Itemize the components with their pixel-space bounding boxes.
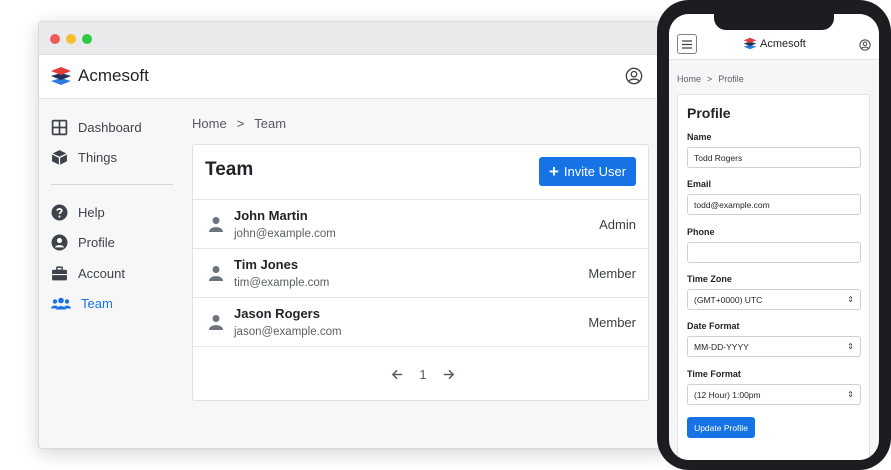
pagination: 1 xyxy=(391,365,455,383)
maximize-window-button[interactable] xyxy=(82,34,92,44)
select-chevron-icon: ⇕ xyxy=(847,342,854,351)
name-input[interactable]: Todd Rogers xyxy=(687,147,861,168)
sidebar-item-label: Dashboard xyxy=(78,119,142,135)
window-titlebar xyxy=(39,22,671,55)
sidebar-item-help[interactable]: Help xyxy=(51,201,105,223)
member-role: Admin xyxy=(599,217,636,232)
user-account-icon[interactable] xyxy=(625,67,643,85)
breadcrumb: Home > Team xyxy=(192,116,286,131)
sidebar-item-label: Things xyxy=(78,149,118,165)
breadcrumb-separator: > xyxy=(707,74,713,84)
member-role: Member xyxy=(588,266,636,281)
team-member-row[interactable]: Tim Jones tim@example.com Member xyxy=(193,248,648,298)
time-format-label: Time Format xyxy=(687,369,741,379)
select-chevron-icon: ⇕ xyxy=(847,295,854,304)
user-account-icon[interactable] xyxy=(859,39,871,51)
help-icon xyxy=(51,204,68,220)
name-label: Name xyxy=(687,132,712,142)
sidebar-item-label: Account xyxy=(78,265,125,281)
member-email: john@example.com xyxy=(234,228,336,240)
profile-card: Profile Name Todd Rogers Email todd@exam… xyxy=(677,94,870,460)
name-input-value: Todd Rogers xyxy=(694,152,743,163)
brand-logo[interactable]: Acmesoft xyxy=(50,66,149,86)
email-label: Email xyxy=(687,179,712,189)
sidebar-item-label: Help xyxy=(78,204,105,220)
close-window-button[interactable] xyxy=(50,34,60,44)
select-chevron-icon: ⇕ xyxy=(847,390,854,399)
date-format-label: Date Format xyxy=(687,321,740,331)
arrow-right-icon[interactable] xyxy=(442,368,455,381)
app-header: Acmesoft xyxy=(39,55,671,99)
acmesoft-logo-icon xyxy=(51,67,71,85)
brand-name: Acmesoft xyxy=(78,66,149,85)
phone-screen: Acmesoft Home > Profile Profile Name Tod… xyxy=(669,14,879,460)
desktop-window: Acmesoft Dashboard Things Help Profile A… xyxy=(38,21,672,449)
profile-title: Profile xyxy=(687,105,731,121)
breadcrumb-separator: > xyxy=(236,116,245,131)
mobile-brand-name: Acmesoft xyxy=(760,37,806,50)
invite-user-button[interactable]: + Invite User xyxy=(539,157,636,186)
member-name: Tim Jones xyxy=(234,257,299,272)
phone-input[interactable] xyxy=(687,242,861,263)
member-email: tim@example.com xyxy=(234,277,330,289)
team-member-row[interactable]: John Martin john@example.com Admin xyxy=(193,199,648,249)
sidebar-item-things[interactable]: Things xyxy=(51,146,117,168)
team-member-row[interactable]: Jason Rogers jason@example.com Member xyxy=(193,297,648,347)
sidebar-item-label: Profile xyxy=(78,234,115,250)
breadcrumb-home-link[interactable]: Home xyxy=(192,116,227,131)
member-email: jason@example.com xyxy=(234,326,342,338)
sidebar-item-label: Team xyxy=(81,295,113,311)
box-icon xyxy=(51,149,68,165)
phone-frame: Acmesoft Home > Profile Profile Name Tod… xyxy=(657,0,891,470)
breadcrumb-current: Team xyxy=(254,116,287,131)
team-card-title: Team xyxy=(205,159,254,180)
time-format-select[interactable]: (12 Hour) 1:00pm ⇕ xyxy=(687,384,861,405)
acmesoft-logo-icon xyxy=(743,37,757,50)
mobile-brand-logo[interactable]: Acmesoft xyxy=(743,37,806,50)
update-profile-button[interactable]: Update Profile xyxy=(687,417,755,438)
arrow-left-icon[interactable] xyxy=(391,368,404,381)
profile-icon xyxy=(51,234,68,250)
hamburger-icon xyxy=(682,39,692,49)
mobile-breadcrumb: Home > Profile xyxy=(677,74,744,84)
sidebar-item-account[interactable]: Account xyxy=(51,262,125,284)
phone-label: Phone xyxy=(687,227,715,237)
plus-icon: + xyxy=(548,162,559,181)
hamburger-menu-button[interactable] xyxy=(677,34,697,54)
date-format-select[interactable]: MM-DD-YYYY ⇕ xyxy=(687,336,861,357)
sidebar-item-profile[interactable]: Profile xyxy=(51,231,115,253)
member-name: John Martin xyxy=(234,208,308,223)
member-name: Jason Rogers xyxy=(234,306,320,321)
sidebar-divider xyxy=(51,184,173,185)
time-zone-label: Time Zone xyxy=(687,274,732,284)
invite-user-label: Invite User xyxy=(563,164,627,179)
briefcase-icon xyxy=(52,265,67,280)
sidebar-item-dashboard[interactable]: Dashboard xyxy=(51,116,142,138)
team-icon xyxy=(51,297,71,309)
phone-notch xyxy=(714,14,834,30)
person-icon xyxy=(209,217,223,232)
email-input[interactable]: todd@example.com xyxy=(687,194,861,215)
time-zone-value: (GMT+0000) UTC xyxy=(694,294,763,305)
email-input-value: todd@example.com xyxy=(694,199,770,210)
sidebar-item-team[interactable]: Team xyxy=(51,292,113,314)
time-format-value: (12 Hour) 1:00pm xyxy=(694,389,761,400)
minimize-window-button[interactable] xyxy=(66,34,76,44)
breadcrumb-current: Profile xyxy=(718,74,744,84)
current-page-number[interactable]: 1 xyxy=(419,367,426,382)
time-zone-select[interactable]: (GMT+0000) UTC ⇕ xyxy=(687,289,861,310)
date-format-value: MM-DD-YYYY xyxy=(694,341,749,352)
dashboard-icon xyxy=(51,119,68,135)
member-role: Member xyxy=(588,315,636,330)
person-icon xyxy=(209,315,223,330)
breadcrumb-home-link[interactable]: Home xyxy=(677,74,701,84)
person-icon xyxy=(209,266,223,281)
team-card: Team + Invite User John Martin john@exam… xyxy=(192,144,649,401)
